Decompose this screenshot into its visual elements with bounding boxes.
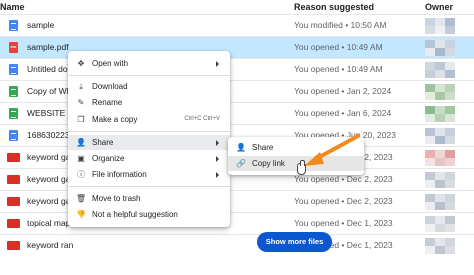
file-name[interactable]: sample <box>27 20 54 30</box>
menu-label: Organize <box>92 154 125 163</box>
menu-item-organize[interactable]: ▣ Organize <box>68 151 230 166</box>
menu-label: Not a helpful suggestion <box>92 210 178 219</box>
menu-label: Rename <box>92 98 123 107</box>
menu-label: Share <box>92 138 114 147</box>
reason-suggested: You opened • Dec 1, 2023 <box>294 218 393 228</box>
reason-suggested: You modified • 10:50 AM <box>294 20 387 30</box>
menu-item-download[interactable]: ⤓ Download <box>68 79 230 94</box>
link-icon: 🔗 <box>236 159 246 168</box>
slides-file-icon <box>7 219 20 228</box>
context-menu: ✥ Open with ⤓ Download ✎ Rename ❐ Make a… <box>68 51 230 227</box>
menu-label: Download <box>92 82 128 91</box>
menu-item-open-with[interactable]: ✥ Open with <box>68 56 230 71</box>
google-doc-icon <box>9 130 18 141</box>
slides-file-icon <box>7 241 20 250</box>
file-row[interactable]: keyword ran You opened • Dec 1, 2023 <box>0 234 474 256</box>
download-icon: ⤓ <box>79 82 83 91</box>
reason-column-header: Reason suggested <box>294 2 375 12</box>
file-row[interactable]: sample You modified • 10:50 AM <box>0 14 474 36</box>
pencil-icon: ✎ <box>77 98 85 107</box>
reason-suggested: You opened • Dec 2, 2023 <box>294 196 393 206</box>
pdf-file-icon <box>9 42 18 53</box>
owner-avatar <box>425 172 455 188</box>
menu-item-not-helpful[interactable]: 👎 Not a helpful suggestion <box>68 207 230 222</box>
file-name[interactable]: keyword ran <box>27 240 73 250</box>
trash-icon: 🗑 <box>75 194 87 203</box>
move-arrows-icon: ✥ <box>77 59 85 68</box>
slides-file-icon <box>7 197 20 206</box>
google-sheet-icon <box>9 86 18 97</box>
copy-icon: ❐ <box>77 115 85 124</box>
menu-divider <box>68 131 230 132</box>
shortcut-hint: Ctrl+C Ctrl+V <box>184 116 220 122</box>
menu-label: Copy link <box>252 159 285 168</box>
person-add-icon: 👤 <box>236 143 246 152</box>
file-name[interactable]: sample.pdf <box>27 42 69 52</box>
owner-avatar <box>425 150 455 166</box>
thumbs-down-icon: 👎 <box>76 210 86 219</box>
file-name[interactable]: topical map <box>27 218 70 228</box>
owner-column-header: Owner <box>425 2 454 12</box>
annotation-arrow-icon <box>304 134 360 166</box>
name-column-header[interactable]: Name <box>0 2 25 12</box>
chevron-right-icon <box>216 172 219 178</box>
reason-suggested: You opened • 10:49 AM <box>294 64 383 74</box>
hand-cursor-icon <box>297 160 306 175</box>
menu-item-rename[interactable]: ✎ Rename <box>68 95 230 110</box>
person-add-icon: 👤 <box>76 138 86 147</box>
owner-avatar <box>425 238 455 254</box>
reason-suggested: You opened • Dec 2, 2023 <box>294 174 393 184</box>
owner-avatar <box>425 216 455 232</box>
menu-divider <box>68 186 230 187</box>
info-icon: ⓘ <box>77 170 85 179</box>
google-sheet-icon <box>9 108 18 119</box>
owner-avatar <box>425 106 455 122</box>
owner-avatar <box>425 18 455 34</box>
menu-item-move-to-trash[interactable]: 🗑 Move to trash <box>68 191 230 206</box>
slides-file-icon <box>7 153 20 162</box>
reason-suggested: You opened • Jan 2, 2024 <box>294 86 392 96</box>
chevron-right-icon <box>216 61 219 67</box>
owner-avatar <box>425 194 455 210</box>
owner-avatar <box>425 40 455 56</box>
menu-label: Make a copy <box>92 115 138 124</box>
slides-file-icon <box>7 175 20 184</box>
google-doc-icon <box>9 20 18 31</box>
owner-avatar <box>425 84 455 100</box>
chevron-right-icon <box>216 140 219 146</box>
show-more-files-button[interactable]: Show more files <box>257 232 332 252</box>
file-name[interactable]: Untitled doc <box>27 64 72 74</box>
reason-suggested: You opened • 10:49 AM <box>294 42 383 52</box>
menu-item-make-copy[interactable]: ❐ Make a copy Ctrl+C Ctrl+V <box>68 112 230 127</box>
owner-avatar <box>425 62 455 78</box>
reason-suggested: You opened • Jan 6, 2024 <box>294 108 392 118</box>
menu-label: Move to trash <box>92 194 141 203</box>
menu-label: Share <box>252 143 274 152</box>
chevron-right-icon <box>216 156 219 162</box>
menu-divider <box>68 75 230 76</box>
menu-label: File information <box>92 170 147 179</box>
google-doc-icon <box>9 64 18 75</box>
folder-move-icon: ▣ <box>77 154 85 163</box>
menu-label: Open with <box>92 59 129 68</box>
menu-item-share[interactable]: 👤 Share <box>68 135 230 150</box>
menu-item-file-information[interactable]: ⓘ File information <box>68 167 230 182</box>
owner-avatar <box>425 128 455 144</box>
table-header: Name Reason suggested Owner <box>0 0 474 14</box>
